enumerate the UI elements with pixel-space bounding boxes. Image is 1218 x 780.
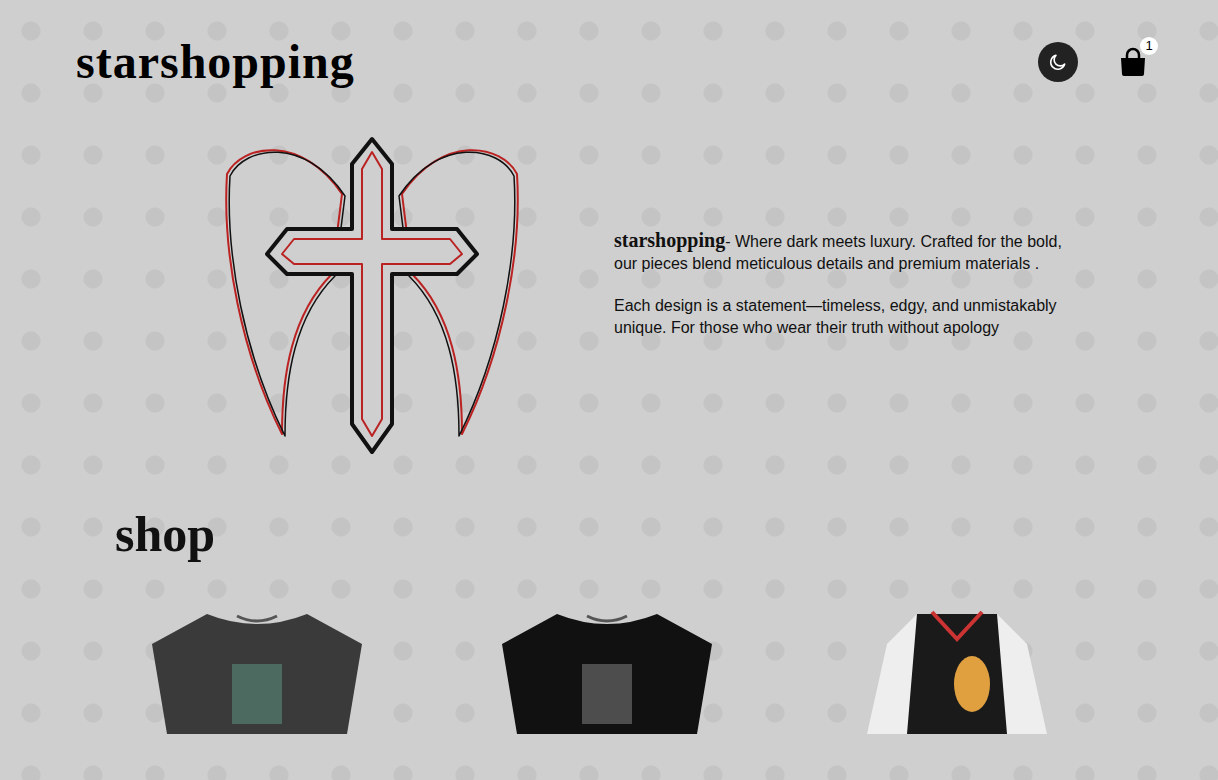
product-card[interactable]	[782, 604, 1132, 734]
product-card[interactable]	[82, 604, 432, 734]
tshirt-photo	[497, 604, 717, 734]
jacket-photo	[847, 604, 1067, 734]
cart-count-badge: 1	[1140, 37, 1158, 55]
hero-statement: Each design is a statement—timeless, edg…	[614, 295, 1084, 339]
page: starshopping 1 starshopping- Where dark me…	[0, 0, 1218, 780]
hero: starshopping- Where dark meets luxury. C…	[0, 134, 1218, 454]
logo[interactable]: starshopping	[76, 34, 355, 89]
cart-button[interactable]: 1	[1118, 47, 1148, 77]
moon-icon	[1048, 52, 1068, 72]
shop-title: shop	[115, 504, 1218, 564]
product-card[interactable]	[432, 604, 782, 734]
tshirt-photo	[147, 604, 367, 734]
hero-brand: starshopping	[614, 229, 725, 251]
hero-text: starshopping- Where dark meets luxury. C…	[614, 229, 1084, 359]
product-grid	[82, 604, 1218, 734]
theme-toggle[interactable]	[1038, 42, 1078, 82]
header: starshopping 1	[0, 0, 1218, 89]
shop-section: shop	[0, 504, 1218, 734]
winged-cross-icon	[222, 134, 522, 454]
header-actions: 1	[1038, 42, 1148, 82]
hero-tagline: starshopping- Where dark meets luxury. C…	[614, 229, 1084, 275]
